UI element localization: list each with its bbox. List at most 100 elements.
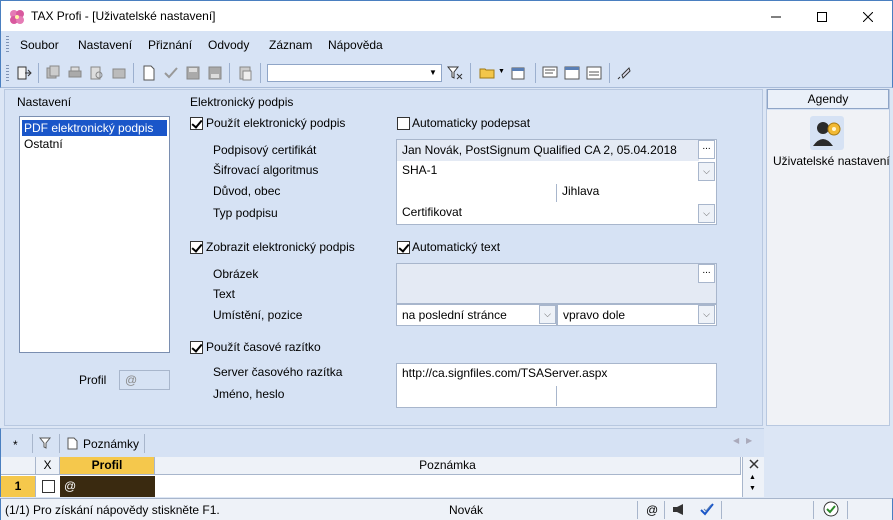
placement-label: Umístění, pozice bbox=[213, 308, 303, 322]
status-divider bbox=[813, 501, 814, 519]
certificate-field[interactable]: Jan Novák, PostSignum Qualified CA 2, 05… bbox=[397, 140, 699, 161]
close-icon[interactable] bbox=[748, 459, 760, 469]
menu-odvody[interactable]: Odvody bbox=[208, 38, 249, 52]
ts-login-label: Jméno, heslo bbox=[213, 387, 285, 401]
check-gray-icon[interactable] bbox=[163, 65, 179, 81]
list-window-icon[interactable] bbox=[564, 65, 580, 81]
menu-zaznam[interactable]: Záznam bbox=[269, 38, 312, 52]
notes-tabbar: * Poznámky ◀ ▶ bbox=[0, 428, 764, 457]
preview-gray-icon[interactable] bbox=[89, 65, 105, 81]
show-signature-checkbox[interactable] bbox=[190, 241, 203, 254]
status-divider bbox=[721, 501, 722, 519]
note-window-icon[interactable] bbox=[586, 65, 602, 81]
verify-icon[interactable] bbox=[699, 501, 715, 517]
column-header-poznamka[interactable]: Poznámka bbox=[155, 457, 741, 475]
toolbar-search-combo[interactable]: ▼ bbox=[267, 64, 442, 82]
position-dropdown[interactable]: ⌵ bbox=[698, 305, 715, 324]
ok-check-icon[interactable] bbox=[823, 501, 839, 517]
tab-divider bbox=[32, 434, 33, 453]
list-item-other[interactable]: Ostatní bbox=[22, 136, 167, 152]
toolbar-grip bbox=[6, 65, 9, 81]
status-user: Novák bbox=[449, 503, 484, 517]
city-field[interactable]: Jihlava bbox=[557, 182, 716, 203]
filter-icon[interactable] bbox=[39, 436, 53, 450]
paste-gray-icon[interactable] bbox=[237, 65, 253, 81]
signature-heading: Elektronický podpis bbox=[190, 95, 294, 109]
user-settings-icon[interactable] bbox=[810, 116, 844, 150]
placement-field[interactable]: na poslední stránce bbox=[396, 304, 557, 326]
save-gray-icon[interactable] bbox=[185, 65, 201, 81]
new-document-icon[interactable] bbox=[141, 65, 157, 81]
algorithm-dropdown[interactable]: ⌵ bbox=[698, 162, 715, 181]
use-signature-checkbox[interactable] bbox=[190, 117, 203, 130]
tab-notes[interactable]: Poznámky bbox=[83, 437, 139, 451]
export-gray-icon[interactable] bbox=[111, 65, 127, 81]
placement-dropdown[interactable]: ⌵ bbox=[539, 305, 556, 324]
algorithm-field[interactable]: SHA-1 bbox=[397, 161, 699, 182]
folder-icon[interactable] bbox=[479, 65, 495, 81]
horn-icon[interactable] bbox=[671, 502, 687, 517]
signature-type-field[interactable]: Certifikovat bbox=[397, 203, 699, 224]
column-header-profil[interactable]: Profil bbox=[60, 457, 155, 475]
scroll-down-icon[interactable]: ▼ bbox=[749, 485, 756, 492]
row-number[interactable]: 1 bbox=[1, 476, 36, 497]
settings-list[interactable]: PDF elektronický podpis Ostatní bbox=[19, 116, 170, 353]
ts-password-field[interactable] bbox=[557, 385, 715, 406]
calendar-icon[interactable] bbox=[510, 65, 526, 81]
toolbar-separator bbox=[535, 63, 536, 83]
filter-icon[interactable] bbox=[447, 65, 463, 81]
position-field[interactable]: vpravo dole bbox=[557, 304, 717, 326]
reason-field[interactable] bbox=[397, 182, 557, 203]
status-at: @ bbox=[646, 503, 659, 517]
menu-nastaveni[interactable]: Nastavení bbox=[78, 38, 132, 52]
tab-scroll-left-icon[interactable]: ◀ bbox=[733, 436, 739, 445]
toolbar: ▼ ▼ bbox=[0, 58, 893, 88]
row-checkbox[interactable] bbox=[42, 480, 55, 493]
user-settings-label[interactable]: Uživatelské nastavení bbox=[773, 154, 890, 168]
menu-napoveda[interactable]: Nápověda bbox=[328, 38, 383, 52]
agendy-header: Agendy bbox=[767, 89, 889, 109]
tab-all[interactable]: * bbox=[13, 438, 18, 452]
chevron-down-icon[interactable]: ▼ bbox=[426, 66, 440, 80]
settings-heading: Nastavení bbox=[17, 95, 72, 109]
status-divider bbox=[637, 501, 638, 519]
message-icon[interactable] bbox=[542, 65, 558, 81]
notes-grid: X Profil Poznámka 1 @ ▲ ▼ bbox=[0, 457, 764, 497]
copy-gray-icon[interactable] bbox=[45, 65, 61, 81]
tab-scroll-right-icon[interactable]: ▶ bbox=[746, 436, 752, 445]
row-note-cell[interactable] bbox=[155, 476, 741, 497]
folder-dropdown-icon[interactable]: ▼ bbox=[498, 68, 505, 75]
use-signature-label: Použít elektronický podpis bbox=[206, 116, 346, 130]
pin-icon[interactable] bbox=[616, 65, 632, 81]
row-profil-cell[interactable]: @ bbox=[60, 476, 155, 497]
image-label: Obrázek bbox=[213, 267, 259, 281]
book-exit-icon[interactable] bbox=[16, 65, 32, 81]
auto-text-checkbox[interactable] bbox=[397, 241, 410, 254]
list-item-pdf-signature[interactable]: PDF elektronický podpis bbox=[21, 119, 168, 137]
signature-type-label: Typ podpisu bbox=[213, 206, 278, 220]
menu-priznani[interactable]: Přiznání bbox=[148, 38, 192, 52]
ts-username-field[interactable] bbox=[397, 385, 556, 406]
signature-type-dropdown[interactable]: ⌵ bbox=[698, 204, 715, 223]
column-header-x[interactable]: X bbox=[36, 457, 60, 475]
maximize-button[interactable] bbox=[799, 2, 845, 31]
toolbar-separator bbox=[470, 63, 471, 83]
minimize-button[interactable] bbox=[753, 2, 799, 31]
image-browse-button[interactable]: ... bbox=[698, 264, 715, 283]
image-text-box bbox=[396, 263, 717, 304]
scroll-up-icon[interactable]: ▲ bbox=[749, 474, 756, 481]
ts-server-field[interactable]: http://ca.signfiles.com/TSAServer.aspx bbox=[397, 364, 715, 385]
save-all-gray-icon[interactable] bbox=[207, 65, 223, 81]
close-button[interactable] bbox=[845, 2, 891, 31]
print-gray-icon[interactable] bbox=[67, 65, 83, 81]
status-divider bbox=[664, 501, 665, 519]
grid-scrollbar[interactable]: ▲ ▼ bbox=[742, 457, 764, 497]
auto-sign-label: Automaticky podepsat bbox=[412, 116, 531, 130]
tab-divider bbox=[59, 434, 60, 453]
auto-sign-checkbox[interactable] bbox=[397, 117, 410, 130]
status-divider bbox=[847, 501, 848, 519]
menu-soubor[interactable]: Soubor bbox=[20, 38, 59, 52]
maximize-icon bbox=[817, 11, 827, 22]
certificate-browse-button[interactable]: ... bbox=[698, 140, 715, 159]
timestamp-checkbox[interactable] bbox=[190, 341, 203, 354]
